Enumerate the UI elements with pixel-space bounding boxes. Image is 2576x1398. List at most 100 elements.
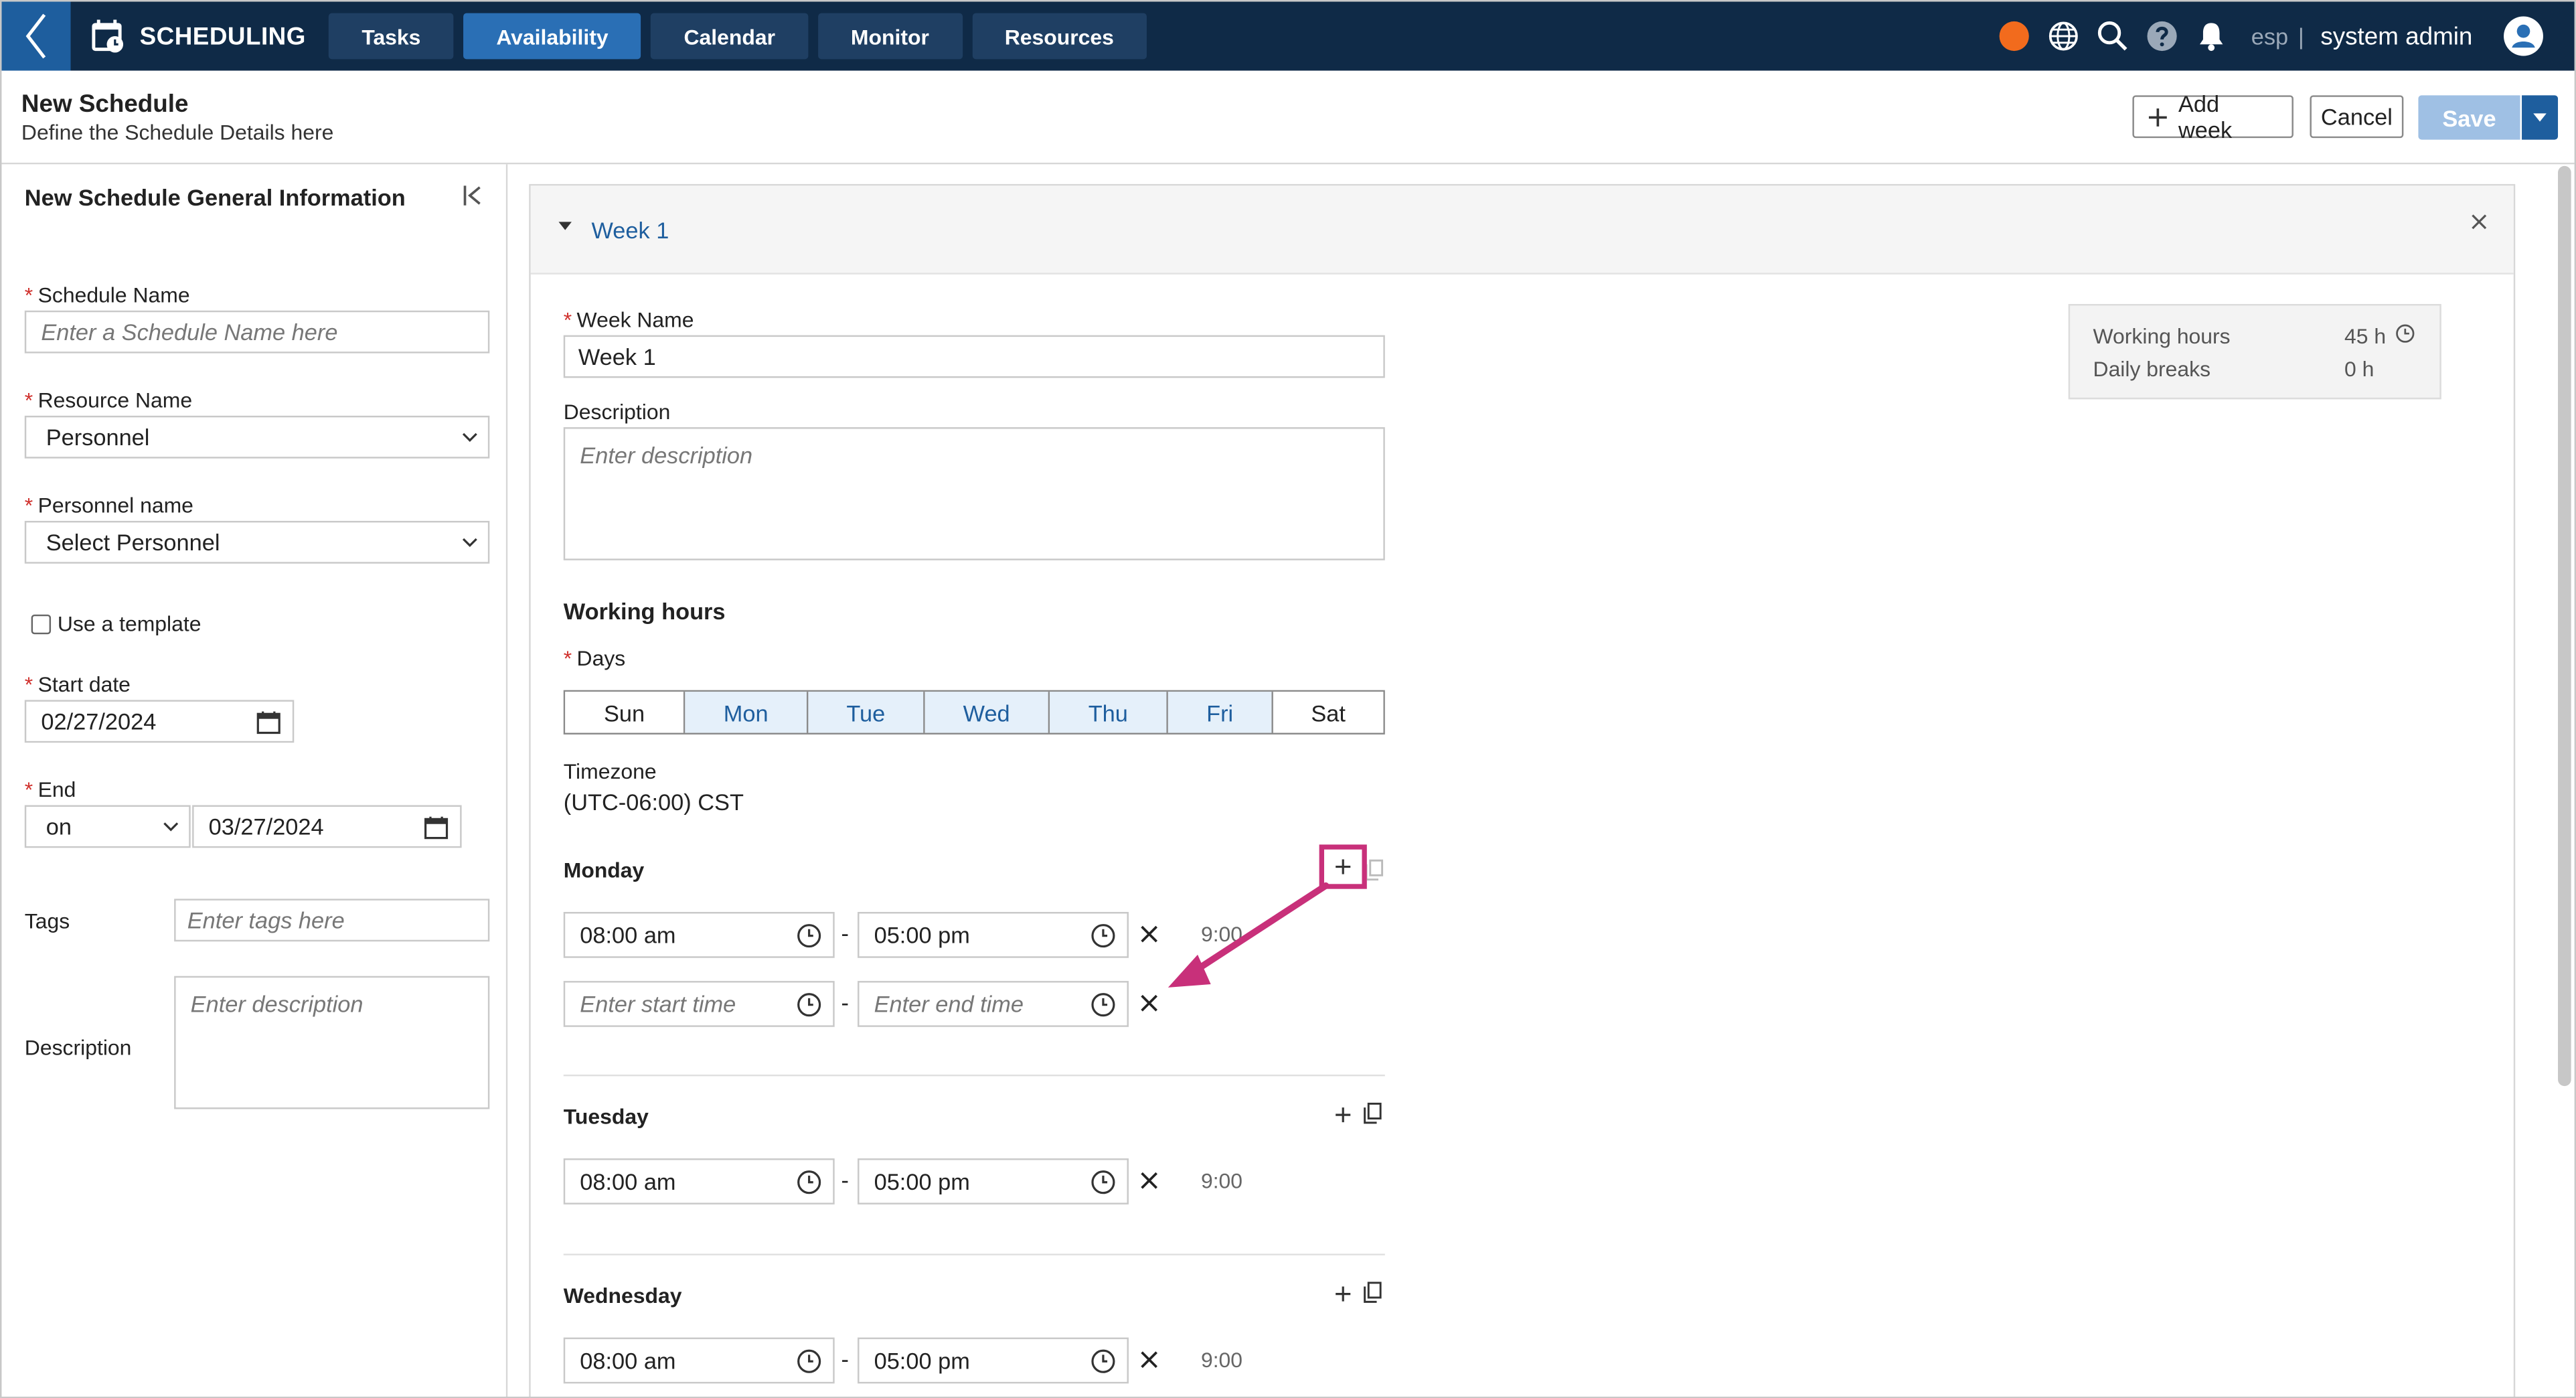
tuesday-start-time-input[interactable]: 08:00 am [563, 1158, 835, 1205]
copy-icon[interactable] [1364, 1282, 1382, 1303]
app-title: SCHEDULING [139, 22, 306, 50]
calendar-icon[interactable] [424, 815, 449, 840]
status-dot-icon[interactable] [1998, 19, 2031, 52]
add-time-slot-icon[interactable] [1334, 1285, 1352, 1303]
clock-icon[interactable] [1091, 923, 1116, 948]
days-selector: Sun Mon Tue Wed Thu Fri Sat [563, 690, 1385, 734]
wednesday-slot-duration: 9:00 [1200, 1347, 1243, 1373]
close-icon[interactable] [2471, 214, 2488, 230]
calendar-icon[interactable] [256, 710, 281, 734]
add-week-button[interactable]: Add week [2132, 90, 2293, 143]
top-nav-bar: SCHEDULING Tasks Availability Calendar M… [1, 1, 2575, 71]
caret-down-icon[interactable] [558, 222, 572, 232]
vertical-scrollbar[interactable] [2558, 165, 2571, 1087]
tuesday-end-time-value: 05:00 pm [874, 1168, 970, 1195]
wednesday-label: Wednesday [563, 1283, 682, 1308]
copy-icon[interactable] [1365, 859, 1384, 881]
clock-icon[interactable] [797, 1170, 821, 1194]
monday-start-time-input[interactable]: 08:00 am [563, 912, 835, 958]
user-avatar-icon[interactable] [2502, 15, 2545, 58]
save-options-button[interactable] [2522, 95, 2559, 140]
timezone-value: (UTC-06:00) CST [563, 788, 744, 816]
days-label-text: Days [576, 645, 626, 671]
tab-calendar[interactable]: Calendar [651, 13, 809, 60]
tab-resources[interactable]: Resources [971, 13, 1147, 60]
clock-icon[interactable] [797, 1349, 821, 1374]
description-textarea[interactable]: Enter description [174, 976, 490, 1109]
chevron-down-icon [462, 538, 477, 548]
resource-name-select[interactable]: Personnel [24, 415, 490, 459]
week-name-input[interactable]: Week 1 [563, 335, 1385, 378]
save-button[interactable]: Save [2418, 95, 2520, 140]
cancel-button[interactable]: Cancel [2310, 95, 2404, 139]
clock-icon[interactable] [1091, 1349, 1116, 1374]
divider: | [2298, 23, 2304, 50]
time-range-dash: - [841, 989, 849, 1016]
search-icon[interactable] [2097, 19, 2129, 52]
day-tue[interactable]: Tue [808, 692, 925, 733]
page-subtitle: Define the Schedule Details here [21, 120, 334, 145]
day-fri[interactable]: Fri [1168, 692, 1273, 733]
start-date-input[interactable]: 02/27/2024 [24, 700, 295, 743]
bell-icon[interactable] [2195, 19, 2228, 52]
language-switch[interactable]: esp [2251, 23, 2288, 49]
week-card: Week 1 Working hours 45 h Daily breaks 0… [529, 183, 2516, 1397]
day-sat[interactable]: Sat [1273, 692, 1384, 733]
clock-icon[interactable] [1091, 992, 1116, 1017]
week-title[interactable]: Week 1 [591, 217, 669, 243]
start-time-placeholder: Enter start time [580, 990, 736, 1018]
day-divider [563, 1253, 1385, 1255]
tab-availability[interactable]: Availability [463, 13, 641, 60]
use-template-label[interactable]: Use a template [58, 611, 202, 636]
clock-icon [2396, 324, 2415, 343]
clock-icon[interactable] [797, 923, 821, 948]
tuesday-end-time-input[interactable]: 05:00 pm [858, 1158, 1129, 1205]
schedule-name-input[interactable]: Enter a Schedule Name here [24, 310, 490, 354]
tab-tasks[interactable]: Tasks [329, 13, 454, 60]
use-template-checkbox[interactable] [31, 614, 52, 635]
schedule-name-label-text: Schedule Name [37, 283, 190, 307]
time-range-dash: - [841, 1345, 849, 1373]
top-right-tools: esp | system admin [1982, 1, 2545, 70]
required-marker: * [563, 307, 572, 332]
monday-end-time-input[interactable]: 05:00 pm [858, 912, 1129, 958]
annotation-arrow [1168, 882, 1330, 988]
week-description-textarea[interactable]: Enter description [563, 427, 1385, 560]
clock-icon[interactable] [797, 992, 821, 1017]
globe-icon[interactable] [2047, 19, 2080, 52]
remove-time-slot-icon[interactable] [1140, 1350, 1158, 1369]
add-week-label: Add week [2178, 90, 2233, 143]
caret-down-icon [2533, 113, 2547, 122]
wednesday-start-time-input[interactable]: 08:00 am [563, 1337, 835, 1384]
monday-new-start-time-input[interactable]: Enter start time [563, 981, 835, 1027]
user-name[interactable]: system admin [2320, 22, 2472, 50]
tuesday-start-time-value: 08:00 am [580, 1168, 676, 1195]
end-mode-select[interactable]: on [24, 805, 191, 848]
plus-icon [2148, 107, 2167, 126]
week-card-header[interactable]: Week 1 [530, 185, 2514, 275]
day-sun[interactable]: Sun [565, 692, 686, 733]
chevron-down-icon [163, 822, 179, 832]
resource-name-value: Personnel [46, 424, 150, 451]
monday-end-time-value: 05:00 pm [874, 921, 970, 949]
wednesday-end-time-value: 05:00 pm [874, 1347, 970, 1374]
tab-monitor[interactable]: Monitor [817, 13, 962, 60]
add-time-slot-icon[interactable] [1334, 1106, 1352, 1124]
collapse-panel-icon[interactable] [462, 184, 485, 216]
help-icon[interactable] [2146, 19, 2179, 52]
clock-icon[interactable] [1091, 1170, 1116, 1194]
wednesday-end-time-input[interactable]: 05:00 pm [858, 1337, 1129, 1384]
end-date-input[interactable]: 03/27/2024 [192, 805, 462, 848]
remove-time-slot-icon[interactable] [1140, 1172, 1158, 1190]
monday-start-time-value: 08:00 am [580, 921, 676, 949]
monday-new-end-time-input[interactable]: Enter end time [858, 981, 1129, 1027]
back-button[interactable] [1, 1, 71, 71]
personnel-name-select[interactable]: Select Personnel [24, 520, 490, 564]
page-header: New Schedule Define the Schedule Details… [1, 70, 2575, 165]
day-thu[interactable]: Thu [1050, 692, 1168, 733]
day-wed[interactable]: Wed [924, 692, 1050, 733]
personnel-name-value: Select Personnel [46, 529, 220, 556]
copy-icon[interactable] [1364, 1102, 1382, 1124]
tags-input[interactable]: Enter tags here [174, 899, 490, 942]
day-mon[interactable]: Mon [685, 692, 809, 733]
